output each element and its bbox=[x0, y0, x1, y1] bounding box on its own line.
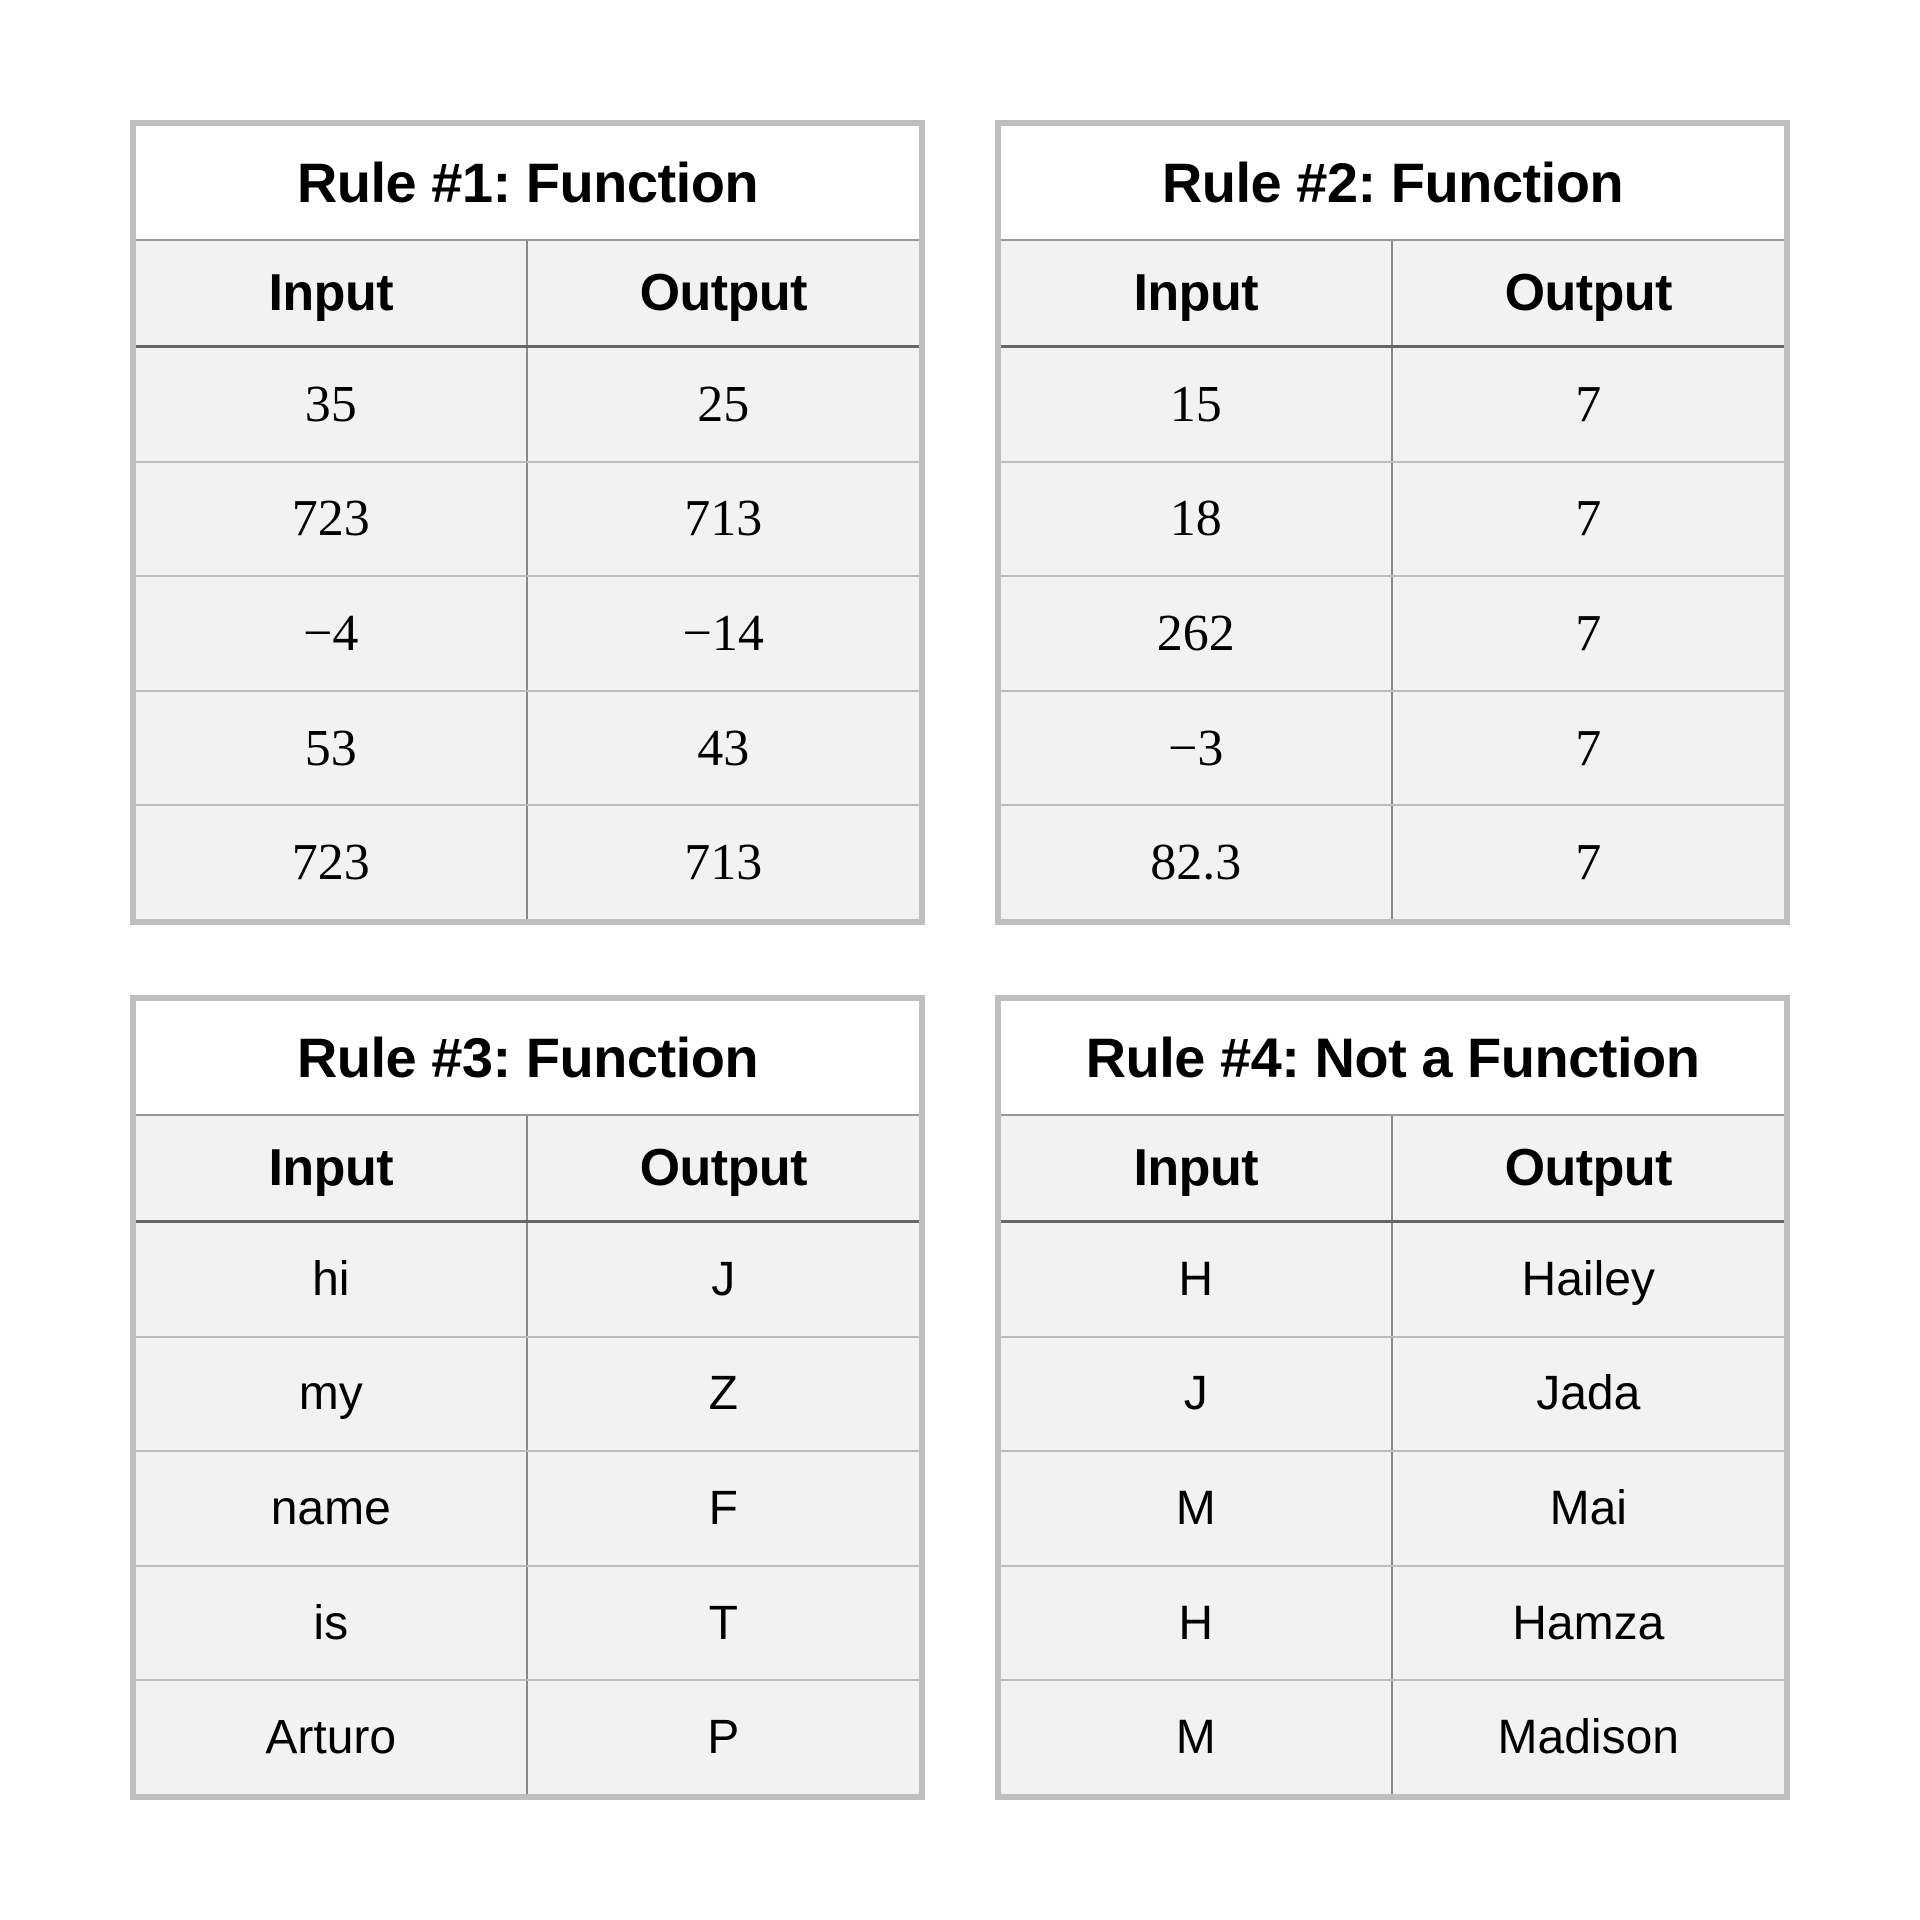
cell-input: H bbox=[1001, 1567, 1393, 1680]
table-row: J Jada bbox=[1001, 1336, 1784, 1451]
cell-input: 723 bbox=[136, 463, 528, 576]
table-row: −4 −14 bbox=[136, 575, 919, 690]
table-row: 15 7 bbox=[1001, 348, 1784, 461]
table-row: 18 7 bbox=[1001, 461, 1784, 576]
cell-input: hi bbox=[136, 1223, 528, 1336]
cell-output: J bbox=[528, 1223, 920, 1336]
table-header-row: Input Output bbox=[1001, 241, 1784, 348]
cell-input: Arturo bbox=[136, 1681, 528, 1794]
table-title: Rule #1: Function bbox=[136, 126, 919, 241]
cell-input: 262 bbox=[1001, 577, 1393, 690]
table-row: hi J bbox=[136, 1223, 919, 1336]
cell-output: Hailey bbox=[1393, 1223, 1785, 1336]
function-table-1: Rule #1: Function Input Output 35 25 723… bbox=[130, 120, 925, 925]
table-row: name F bbox=[136, 1450, 919, 1565]
cell-input: 53 bbox=[136, 692, 528, 805]
table-row: 53 43 bbox=[136, 690, 919, 805]
table-row: −3 7 bbox=[1001, 690, 1784, 805]
cell-output: 7 bbox=[1393, 692, 1785, 805]
table-body: H Hailey J Jada M Mai H Hamza M Madison bbox=[1001, 1223, 1784, 1794]
header-output: Output bbox=[528, 241, 920, 345]
table-title: Rule #2: Function bbox=[1001, 126, 1784, 241]
table-row: Arturo P bbox=[136, 1679, 919, 1794]
cell-output: −14 bbox=[528, 577, 920, 690]
table-row: 723 713 bbox=[136, 461, 919, 576]
header-input: Input bbox=[1001, 1116, 1393, 1220]
cell-output: 713 bbox=[528, 463, 920, 576]
table-body: hi J my Z name F is T Arturo P bbox=[136, 1223, 919, 1794]
cell-input: J bbox=[1001, 1338, 1393, 1451]
header-output: Output bbox=[1393, 1116, 1785, 1220]
table-title: Rule #3: Function bbox=[136, 1001, 919, 1116]
header-input: Input bbox=[1001, 241, 1393, 345]
table-row: 82.3 7 bbox=[1001, 804, 1784, 919]
header-input: Input bbox=[136, 1116, 528, 1220]
table-title: Rule #4: Not a Function bbox=[1001, 1001, 1784, 1116]
table-row: 35 25 bbox=[136, 348, 919, 461]
cell-input: 82.3 bbox=[1001, 806, 1393, 919]
cell-output: 7 bbox=[1393, 577, 1785, 690]
cell-input: −4 bbox=[136, 577, 528, 690]
cell-input: 15 bbox=[1001, 348, 1393, 461]
table-body: 15 7 18 7 262 7 −3 7 82.3 7 bbox=[1001, 348, 1784, 919]
table-row: 723 713 bbox=[136, 804, 919, 919]
table-row: my Z bbox=[136, 1336, 919, 1451]
header-input: Input bbox=[136, 241, 528, 345]
cell-output: Mai bbox=[1393, 1452, 1785, 1565]
cell-output: 713 bbox=[528, 806, 920, 919]
function-table-3: Rule #3: Function Input Output hi J my Z… bbox=[130, 995, 925, 1800]
cell-input: −3 bbox=[1001, 692, 1393, 805]
header-output: Output bbox=[528, 1116, 920, 1220]
cell-input: 35 bbox=[136, 348, 528, 461]
cell-output: Hamza bbox=[1393, 1567, 1785, 1680]
cell-output: P bbox=[528, 1681, 920, 1794]
cell-input: M bbox=[1001, 1681, 1393, 1794]
cell-input: is bbox=[136, 1567, 528, 1680]
table-row: M Mai bbox=[1001, 1450, 1784, 1565]
cell-output: F bbox=[528, 1452, 920, 1565]
cell-input: 18 bbox=[1001, 463, 1393, 576]
cell-input: H bbox=[1001, 1223, 1393, 1336]
cell-output: 7 bbox=[1393, 348, 1785, 461]
cell-input: name bbox=[136, 1452, 528, 1565]
table-body: 35 25 723 713 −4 −14 53 43 723 713 bbox=[136, 348, 919, 919]
cell-output: T bbox=[528, 1567, 920, 1680]
cell-input: M bbox=[1001, 1452, 1393, 1565]
cell-output: Madison bbox=[1393, 1681, 1785, 1794]
cell-input: 723 bbox=[136, 806, 528, 919]
table-header-row: Input Output bbox=[136, 1116, 919, 1223]
table-row: H Hailey bbox=[1001, 1223, 1784, 1336]
header-output: Output bbox=[1393, 241, 1785, 345]
function-table-2: Rule #2: Function Input Output 15 7 18 7… bbox=[995, 120, 1790, 925]
cell-output: 7 bbox=[1393, 463, 1785, 576]
tables-grid: Rule #1: Function Input Output 35 25 723… bbox=[0, 0, 1920, 1920]
table-row: H Hamza bbox=[1001, 1565, 1784, 1680]
table-header-row: Input Output bbox=[1001, 1116, 1784, 1223]
table-row: is T bbox=[136, 1565, 919, 1680]
cell-output: Z bbox=[528, 1338, 920, 1451]
cell-output: Jada bbox=[1393, 1338, 1785, 1451]
table-header-row: Input Output bbox=[136, 241, 919, 348]
cell-output: 7 bbox=[1393, 806, 1785, 919]
cell-input: my bbox=[136, 1338, 528, 1451]
table-row: M Madison bbox=[1001, 1679, 1784, 1794]
cell-output: 43 bbox=[528, 692, 920, 805]
cell-output: 25 bbox=[528, 348, 920, 461]
function-table-4: Rule #4: Not a Function Input Output H H… bbox=[995, 995, 1790, 1800]
table-row: 262 7 bbox=[1001, 575, 1784, 690]
